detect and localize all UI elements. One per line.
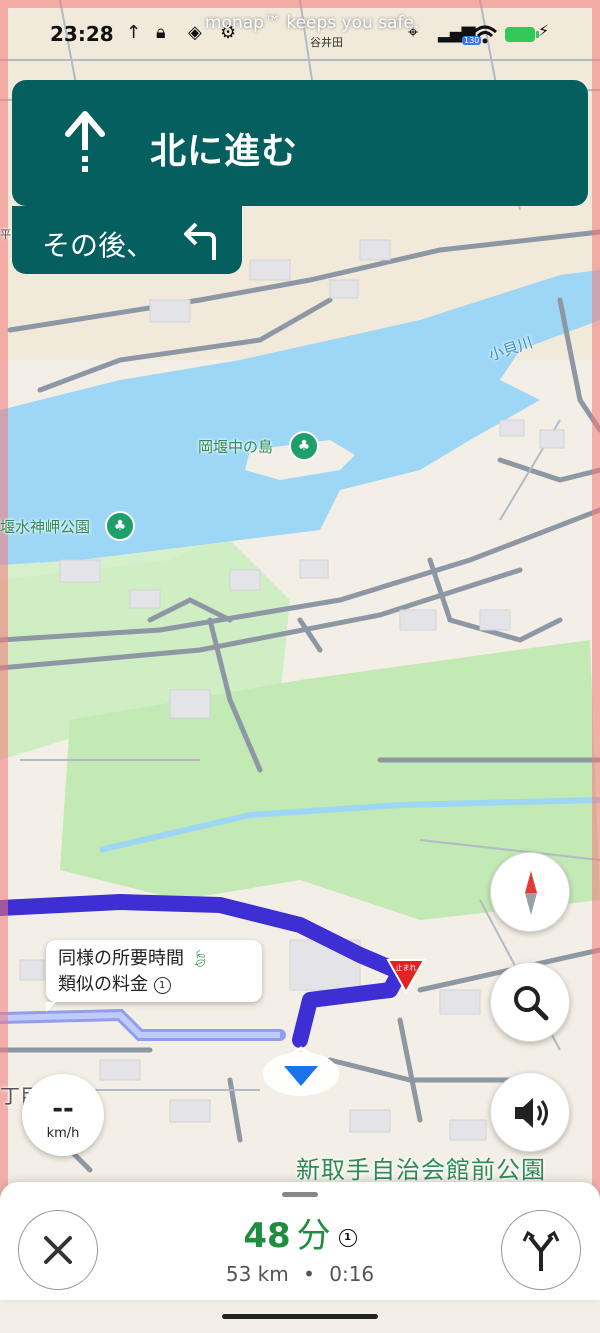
callout-line1: 同様の所要時間 [58, 948, 184, 969]
sound-button[interactable] [490, 1072, 570, 1152]
compass-icon [525, 871, 537, 915]
park-label[interactable]: 堰水神岬公園 [0, 516, 90, 537]
info-icon: 1 [338, 1228, 357, 1247]
callout-line2: 類似の料金 [58, 974, 148, 995]
nav-then-label: その後、 [42, 229, 155, 262]
current-location-marker [263, 1046, 339, 1096]
route-split-icon [522, 1230, 560, 1271]
eta-unit: 分 [296, 1216, 331, 1256]
status-time: 23:28 [50, 22, 114, 46]
alternate-routes-button[interactable] [501, 1210, 581, 1290]
speed-value: -- [52, 1094, 74, 1124]
park-icon[interactable]: ♣ [289, 431, 319, 461]
place-label[interactable]: 新取手自治会館前公園 [296, 1150, 546, 1185]
app-icon: ◈ [188, 22, 202, 43]
compass-button[interactable] [490, 852, 570, 932]
stop-sign-text: 止まれ [396, 963, 417, 972]
volume-icon [515, 1098, 548, 1128]
search-icon [514, 986, 549, 1021]
sheet-handle[interactable] [282, 1192, 318, 1197]
arrow-up-icon [65, 111, 105, 172]
nav-instruction-card[interactable]: 北に進む [12, 80, 588, 206]
nav-instruction-text: 北に進む [150, 131, 299, 172]
notification-banner: monap™ keeps you safe. [205, 13, 420, 33]
trip-sheet[interactable]: 48 分 1 53 km • 0:16 [0, 1182, 600, 1300]
nav-then-card[interactable]: その後、 [12, 206, 242, 274]
edge-label: 平 [0, 228, 11, 241]
leaf-icon: 🍃︎ [189, 949, 211, 968]
info-icon: 1 [153, 976, 171, 994]
location-arrow-icon: ↑ [126, 22, 142, 43]
turn-left-icon [184, 222, 216, 260]
island-label[interactable]: 岡堰中の島 [198, 436, 273, 457]
home-indicator[interactable] [222, 1314, 378, 1319]
stop-sign-icon: 止まれ [386, 959, 426, 994]
status-sub-label: 谷井田 [310, 36, 343, 49]
battery-icon [505, 27, 539, 42]
search-button[interactable] [490, 962, 570, 1042]
charging-icon: ⚡ [538, 21, 550, 40]
speedometer: -- km/h [22, 1074, 104, 1156]
park-icon[interactable]: ♣ [105, 511, 135, 541]
separator-dot: • [303, 1262, 315, 1286]
route-callout[interactable]: 同様の所要時間 🍃︎ 類似の料金 1 [46, 940, 262, 1012]
speed-unit: km/h [46, 1126, 80, 1141]
status-bar: 23:28 ↑ 🔒︎ ◈ ⚙ monap™ keeps you safe. 谷井… [0, 13, 600, 50]
eta-minutes: 48 [243, 1216, 291, 1256]
arrival-time: 0:16 [329, 1262, 375, 1286]
location-pin-icon: ⌖ [408, 22, 419, 43]
lock-icon: 🔒︎ [156, 22, 166, 43]
trip-distance: 53 km [225, 1262, 289, 1286]
wifi-icon [472, 25, 498, 44]
